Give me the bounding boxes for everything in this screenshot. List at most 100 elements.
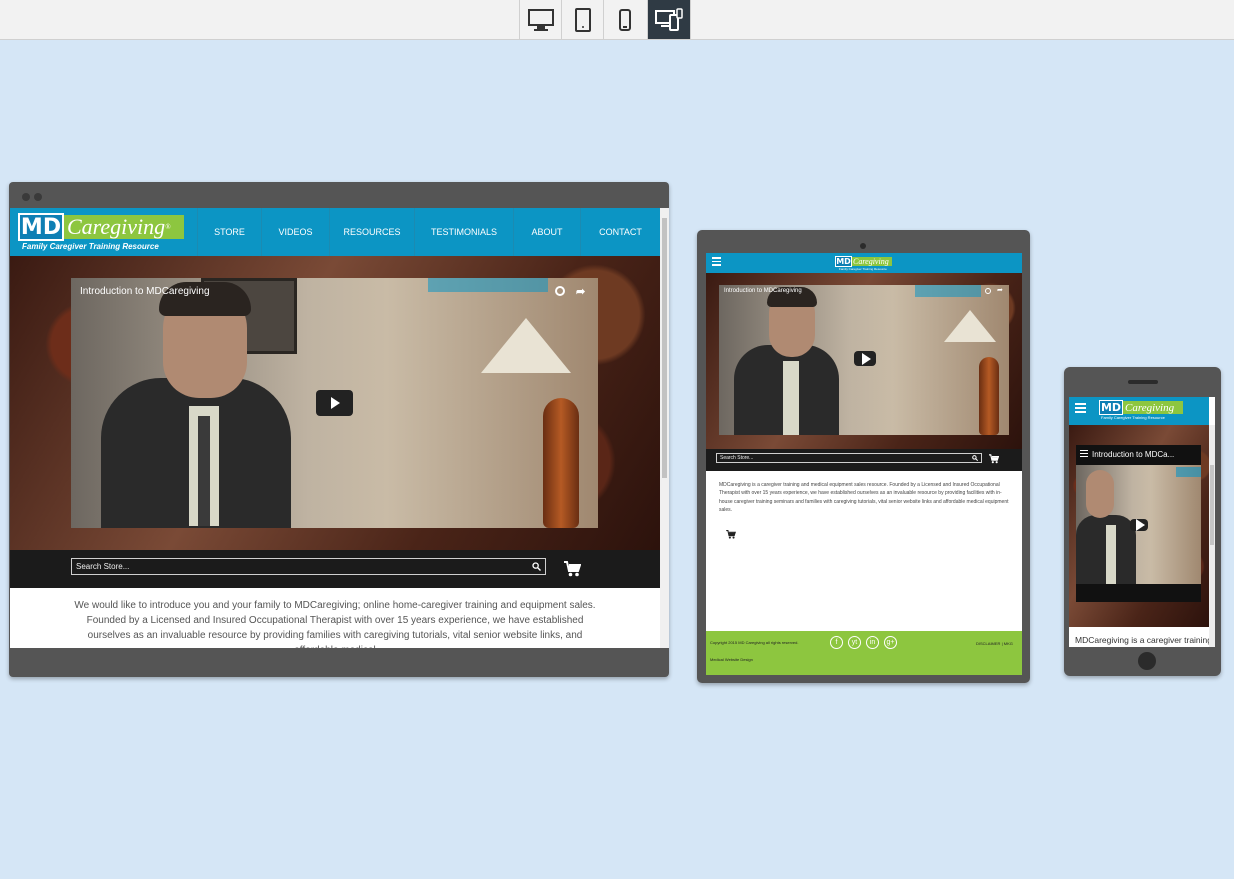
tablet-search-bar: Search Store...: [706, 449, 1022, 471]
tablet-camera: [860, 243, 866, 249]
phone-mockup: MD Caregiving Family Caregiver Training …: [1064, 367, 1221, 676]
video-title: Introduction to MDCa...: [1092, 450, 1175, 459]
nav-videos[interactable]: VIDEOS: [261, 208, 329, 256]
facebook-icon[interactable]: f: [830, 636, 843, 649]
search-input[interactable]: Search Store...: [716, 453, 982, 463]
scrollbar-thumb[interactable]: [1210, 465, 1214, 545]
multi-device-view-button[interactable]: [647, 0, 691, 39]
tablet-hero: Introduction to MDCaregiving ➦: [706, 273, 1022, 449]
tablet-header: MD Caregiving Family Caregiver Training …: [706, 253, 1022, 273]
cart-icon[interactable]: [989, 454, 999, 464]
tablet-icon: [574, 7, 591, 32]
logo-caregiving: Caregiving ®: [64, 214, 184, 239]
footer-separator: |: [1001, 641, 1003, 646]
phone-home-button[interactable]: [1138, 652, 1156, 670]
video-watermark-logo: [915, 285, 981, 297]
logo-md: MD: [835, 256, 852, 267]
phone-intro-paragraph: MDCaregiving is a caregiver training: [1075, 635, 1213, 645]
logo-caregiving: Caregiving: [1123, 401, 1183, 414]
desktop-icon: [527, 8, 554, 31]
video-title[interactable]: Introduction to MDCaregiving: [724, 288, 802, 294]
video-player[interactable]: Introduction to MDCaregiving ➦: [71, 278, 598, 528]
video-title[interactable]: Introduction to MDCaregiving: [80, 286, 210, 297]
phone-speaker: [1128, 380, 1158, 384]
logo-tagline: Family Caregiver Training Resource: [839, 267, 887, 271]
tablet-screen: MD Caregiving Family Caregiver Training …: [706, 253, 1022, 675]
share-icon[interactable]: ➦: [576, 285, 585, 298]
phone-video-controls: [1076, 584, 1201, 602]
search-bar: Search Store...: [10, 550, 660, 588]
share-icon[interactable]: ➦: [997, 286, 1003, 294]
logo-tagline: Family Caregiver Training Resource: [22, 242, 159, 251]
logo-md: MD: [1099, 400, 1123, 415]
lamp-base: [543, 398, 579, 528]
menu-icon[interactable]: [1075, 403, 1086, 413]
tablet-video-player[interactable]: Introduction to MDCaregiving ➦: [719, 285, 1009, 435]
site-header: MD Caregiving ® Family Caregiver Training…: [10, 208, 660, 256]
phone-icon: [618, 8, 631, 31]
multi-device-icon: [655, 7, 683, 31]
hero-section: Introduction to MDCaregiving ➦: [10, 256, 660, 550]
nav-store[interactable]: STORE: [197, 208, 261, 256]
play-icon[interactable]: [1130, 519, 1148, 531]
linkedin-icon[interactable]: in: [866, 636, 879, 649]
lamp-base: [979, 357, 999, 435]
scrollbar-thumb[interactable]: [662, 218, 667, 478]
mkg-link[interactable]: MKG: [1004, 641, 1013, 646]
menu-icon[interactable]: [712, 257, 721, 266]
youtube-icon[interactable]: yt: [848, 636, 861, 649]
phone-scrollbar[interactable]: [1209, 425, 1215, 647]
tablet-view-button[interactable]: [561, 0, 603, 39]
window-dot: [34, 193, 42, 201]
site-logo[interactable]: MD Caregiving ®: [18, 213, 186, 241]
nav-contact[interactable]: CONTACT: [580, 208, 660, 256]
logo-reg: ®: [165, 223, 171, 231]
footer-credit-link[interactable]: Medical Website Design: [710, 657, 753, 662]
logo-md: MD: [18, 213, 64, 241]
search-input[interactable]: Search Store...: [71, 558, 546, 575]
phone-video-player[interactable]: [1076, 465, 1201, 602]
intro-paragraph: We would like to introduce you and your …: [74, 600, 596, 648]
cart-icon[interactable]: [564, 561, 581, 577]
tablet-intro-paragraph: MDCaregiving is a caregiver training and…: [719, 482, 1009, 513]
device-toolbar: [0, 0, 1234, 40]
phone-screen: MD Caregiving Family Caregiver Training …: [1069, 397, 1215, 647]
desktop-scrollbar[interactable]: [660, 208, 669, 648]
disclaimer-link[interactable]: DISCLAIMER: [976, 641, 1000, 646]
playlist-icon: [1080, 450, 1088, 457]
play-icon[interactable]: [316, 390, 353, 416]
presenter-face: [1086, 470, 1114, 518]
search-icon: [972, 455, 978, 461]
video-watermark-logo: [1176, 467, 1201, 477]
tablet-mockup: MD Caregiving Family Caregiver Training …: [697, 230, 1030, 683]
tablet-footer: Copyright 2015 MD Caregiving all rights …: [706, 631, 1022, 675]
footer-copyright: Copyright 2015 MD Caregiving all rights …: [710, 640, 799, 645]
watch-later-icon[interactable]: [555, 286, 565, 296]
phone-video-titlebar[interactable]: Introduction to MDCa...: [1076, 445, 1201, 465]
googleplus-icon[interactable]: g+: [884, 636, 897, 649]
video-watermark-logo: [428, 278, 548, 292]
search-placeholder: Search Store...: [76, 562, 130, 571]
desktop-view-button[interactable]: [519, 0, 561, 39]
phone-header: MD Caregiving Family Caregiver Training …: [1069, 397, 1209, 425]
social-icons: f yt in g+: [830, 636, 897, 649]
presenter-tie: [198, 416, 210, 526]
logo-caregiving-text: Caregiving: [67, 214, 166, 239]
window-dot: [22, 193, 30, 201]
tablet-cart-icon[interactable]: [726, 530, 736, 539]
tablet-logo[interactable]: MD Caregiving Family Caregiver Training …: [835, 256, 893, 271]
search-icon: [532, 562, 541, 571]
phone-hero: Introduction to MDCa...: [1069, 425, 1209, 627]
logo-caregiving: Caregiving: [852, 257, 892, 266]
nav-about[interactable]: ABOUT: [513, 208, 580, 256]
nav-testimonials[interactable]: TESTIMONIALS: [414, 208, 513, 256]
presenter-shirt: [783, 361, 799, 435]
nav-resources[interactable]: RESOURCES: [329, 208, 414, 256]
phone-logo[interactable]: MD Caregiving Family Caregiver Training …: [1099, 400, 1185, 422]
footer-links: DISCLAIMER | MKG: [976, 641, 1013, 646]
play-icon[interactable]: [854, 351, 876, 366]
desktop-screen: MD Caregiving ® Family Caregiver Training…: [10, 208, 669, 648]
watch-later-icon[interactable]: [985, 288, 991, 294]
lamp-shade: [944, 310, 996, 342]
phone-view-button[interactable]: [603, 0, 645, 39]
